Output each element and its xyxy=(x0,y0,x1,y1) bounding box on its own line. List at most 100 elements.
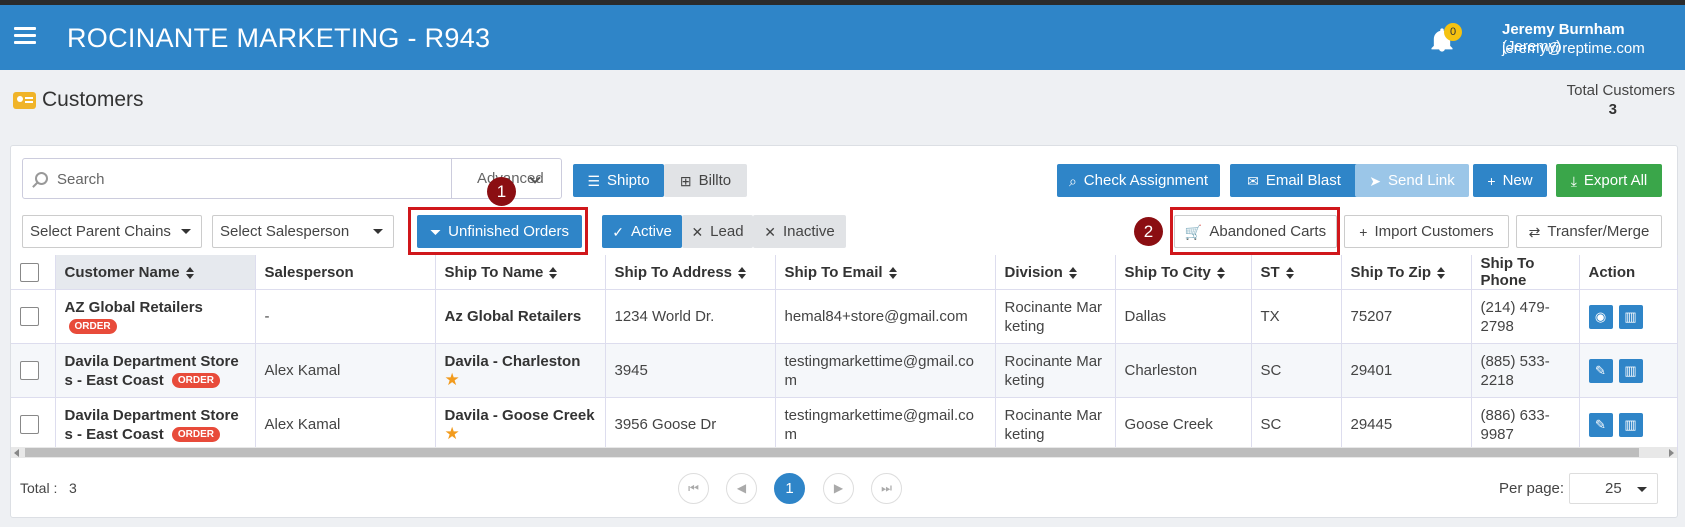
row-checkbox[interactable] xyxy=(20,307,39,327)
row-select-cell xyxy=(11,289,56,344)
close-icon: ✕ xyxy=(764,223,777,240)
horizontal-scrollbar[interactable] xyxy=(11,447,1677,458)
transfer-merge-button[interactable]: ⇄ Transfer/Merge xyxy=(1516,215,1662,248)
col-division[interactable]: Division xyxy=(995,255,1116,290)
next-page-icon[interactable]: ▶ xyxy=(823,473,854,504)
scroll-left-arrow-icon[interactable] xyxy=(14,449,19,457)
col-ship-to-city[interactable]: Ship To City xyxy=(1115,255,1252,290)
page-button-current[interactable]: 1 xyxy=(774,473,805,504)
col-st[interactable]: ST xyxy=(1251,255,1342,290)
col-ship-to-email[interactable]: Ship To Email xyxy=(775,255,996,290)
edit-icon[interactable]: ✎ xyxy=(1588,412,1613,437)
per-page-select[interactable]: 25 xyxy=(1569,473,1658,504)
export-all-label: Export All xyxy=(1583,172,1648,189)
edit-icon[interactable]: ✎ xyxy=(1588,358,1613,383)
table-row[interactable]: Davila Department Store s - East Coast O… xyxy=(11,343,1678,398)
close-icon: ✕ xyxy=(691,223,704,240)
lead-label: Lead xyxy=(710,223,744,240)
first-page-icon[interactable]: ⏮ xyxy=(678,473,709,504)
ship-to-phone-cell: (886) 633-9987 xyxy=(1471,397,1580,452)
sort-icon xyxy=(738,266,747,279)
annotation-marker-1: 1 xyxy=(487,177,516,206)
order-badge: ORDER xyxy=(171,373,220,389)
menu-icon[interactable] xyxy=(14,27,36,45)
select-all-checkbox[interactable] xyxy=(20,262,39,282)
last-page-icon[interactable]: ⏭ xyxy=(871,473,902,504)
ship-to-name-cell: Az Global Retailers xyxy=(435,289,606,344)
col-ship-to-name-label: Ship To Name xyxy=(444,263,544,281)
col-ship-to-address[interactable]: Ship To Address xyxy=(605,255,776,290)
check-assignment-button[interactable]: ⌕ Check Assignment xyxy=(1057,164,1220,197)
col-customer-name[interactable]: Customer Name xyxy=(55,255,256,290)
row-checkbox[interactable] xyxy=(20,361,39,381)
col-ship-to-address-label: Ship To Address xyxy=(614,263,733,281)
chart-icon[interactable]: ▥ xyxy=(1618,412,1643,437)
table-header-row: Customer Name Salesperson Ship To Name S… xyxy=(11,255,1678,290)
ship-to-zip-cell: 29401 xyxy=(1341,343,1472,398)
total-customers-value: 3 xyxy=(1608,101,1617,118)
customer-name-cell[interactable]: AZ Global Retailers ORDER xyxy=(55,289,256,344)
scrollbar-thumb[interactable] xyxy=(25,448,1639,457)
active-filter[interactable]: ✓ Active xyxy=(602,215,682,248)
email-blast-button[interactable]: ✉ Email Blast xyxy=(1230,164,1358,197)
annotation-marker-2: 2 xyxy=(1134,217,1163,246)
col-division-label: Division xyxy=(1004,263,1063,281)
col-salesperson-label: Salesperson xyxy=(264,263,354,281)
send-link-button[interactable]: ➤ Send Link xyxy=(1355,164,1469,197)
search-input[interactable] xyxy=(57,169,457,189)
col-ship-to-city-label: Ship To City xyxy=(1124,263,1211,281)
caret-down-icon xyxy=(1637,487,1647,492)
col-customer-name-label: Customer Name xyxy=(64,263,180,281)
footer-total-label: Total : xyxy=(20,480,58,496)
col-ship-to-name[interactable]: Ship To Name xyxy=(435,255,606,290)
division-cell: Rocinante Mar keting xyxy=(995,397,1116,452)
customer-name-cell[interactable]: Davila Department Store s - East Coast O… xyxy=(55,343,256,398)
page-title: Customers xyxy=(42,88,144,111)
view-icon[interactable]: ◉ xyxy=(1588,304,1613,329)
ship-to-city-cell: Dallas xyxy=(1115,289,1252,344)
col-ship-to-zip[interactable]: Ship To Zip xyxy=(1341,255,1472,290)
salesperson-select[interactable]: Select Salesperson xyxy=(212,215,394,248)
row-checkbox[interactable] xyxy=(20,415,39,435)
exchange-icon: ⇄ xyxy=(1528,223,1541,240)
action-cell: ◉ ▥ xyxy=(1579,289,1678,344)
billto-label: Billto xyxy=(698,172,732,189)
lead-filter[interactable]: ✕ Lead xyxy=(682,215,753,248)
caret-down-icon xyxy=(181,229,191,234)
parent-chains-label: Select Parent Chains xyxy=(30,223,171,240)
customer-name-cell[interactable]: Davila Department Store s - East Coast O… xyxy=(55,397,256,452)
notification-badge: 0 xyxy=(1444,23,1462,41)
user-full-name: Jeremy Burnham xyxy=(1502,21,1625,38)
transfer-merge-label: Transfer/Merge xyxy=(1547,223,1650,240)
table-row[interactable]: Davila Department Store s - East Coast O… xyxy=(11,397,1678,452)
app-header: ROCINANTE MARKETING - R943 0 Jeremy Burn… xyxy=(0,5,1685,70)
footer-total-value: 3 xyxy=(69,480,77,496)
search-icon xyxy=(35,172,48,185)
plus-icon: + xyxy=(1487,172,1496,189)
billto-toggle[interactable]: ⊞ Billto xyxy=(664,164,747,197)
col-ship-to-phone-label: Ship To Phone xyxy=(1480,255,1535,289)
salesperson-cell: - xyxy=(255,289,436,344)
total-customers-label: Total Customers xyxy=(1566,82,1675,99)
shipto-toggle[interactable]: ☰ Shipto xyxy=(573,164,664,197)
table-row[interactable]: AZ Global Retailers ORDER - Az Global Ret… xyxy=(11,289,1678,344)
chart-icon[interactable]: ▥ xyxy=(1618,304,1643,329)
customer-name[interactable]: AZ Global Retailers xyxy=(65,299,203,316)
new-button[interactable]: + New xyxy=(1473,164,1547,197)
inactive-filter[interactable]: ✕ Inactive xyxy=(753,215,846,248)
parent-chains-select[interactable]: Select Parent Chains xyxy=(22,215,202,248)
shipto-label: Shipto xyxy=(607,172,650,189)
export-all-button[interactable]: ⤓ Export All xyxy=(1556,164,1662,197)
star-icon: ★ xyxy=(444,423,460,443)
division-cell: Rocinante Mar keting xyxy=(995,343,1116,398)
chart-icon[interactable]: ▥ xyxy=(1618,358,1643,383)
sort-icon xyxy=(1216,266,1225,279)
action-cell: ✎ ▥ xyxy=(1579,397,1678,452)
ship-to-zip-cell: 29445 xyxy=(1341,397,1472,452)
app-title: ROCINANTE MARKETING - R943 xyxy=(67,23,491,53)
prev-page-icon[interactable]: ◀ xyxy=(726,473,757,504)
row-select-cell xyxy=(11,397,56,452)
plus-icon: + xyxy=(1359,223,1368,240)
scroll-right-arrow-icon[interactable] xyxy=(1669,449,1674,457)
import-customers-button[interactable]: + Import Customers xyxy=(1344,215,1509,248)
